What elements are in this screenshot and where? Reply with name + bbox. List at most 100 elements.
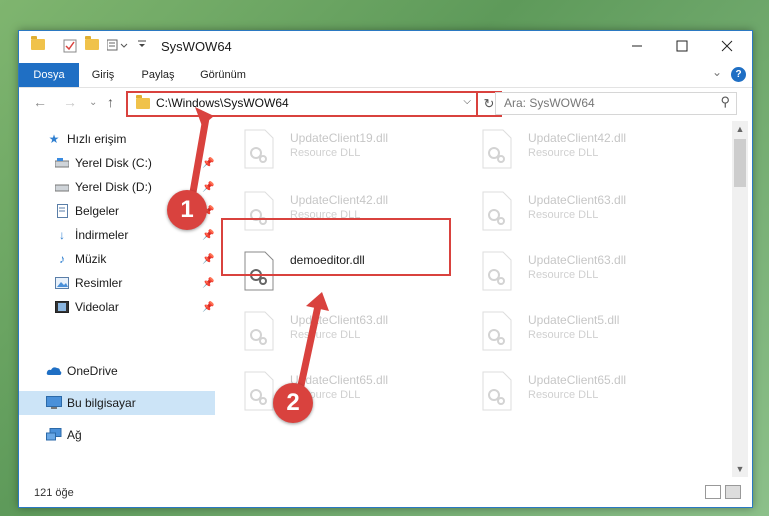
- expand-ribbon-icon[interactable]: ⌄: [712, 65, 722, 79]
- window-folder-icon: [31, 36, 45, 50]
- pin-icon: 📌: [202, 157, 215, 169]
- file-type: Resource DLL: [528, 329, 599, 341]
- pin-icon: 📌: [202, 253, 215, 265]
- file-tile[interactable]: UpdateClient65.dll Resource DLL: [240, 369, 460, 421]
- ribbon-tabs: Dosya Giriş Paylaş Görünüm ⌄ ?: [19, 63, 752, 88]
- forward-arrow-icon[interactable]: →: [63, 94, 77, 110]
- customize-toolbar-icon[interactable]: [137, 39, 147, 49]
- sidebar-item-this-pc[interactable]: Bu bilgisayar: [19, 391, 215, 415]
- tab-giris[interactable]: Giriş: [83, 63, 123, 87]
- videos-icon: [54, 300, 70, 314]
- sidebar-item-pictures[interactable]: Resimler 📌: [19, 271, 215, 295]
- tab-paylas[interactable]: Paylaş: [133, 63, 183, 87]
- file-type: Resource DLL: [528, 269, 599, 281]
- navigation-bar: ← → ⌄ ↑ C:\Windows\SysWOW64 ⌵ ↻ Ara: Sys…: [19, 88, 752, 120]
- tab-gorunum[interactable]: Görünüm: [193, 63, 253, 87]
- search-input[interactable]: Ara: SysWOW64 ⚲: [495, 92, 737, 115]
- sidebar-item-network[interactable]: Ağ: [19, 423, 215, 447]
- details-view-icon[interactable]: [705, 485, 721, 499]
- scroll-down-icon[interactable]: ▼: [732, 461, 748, 477]
- sidebar-item-label: İndirmeler: [75, 228, 129, 242]
- sidebar-item-label: Yerel Disk (D:): [75, 180, 152, 194]
- maximize-button[interactable]: [659, 31, 705, 61]
- sidebar-item-music[interactable]: ♪ Müzik 📌: [19, 247, 215, 271]
- address-folder-icon: [136, 95, 150, 109]
- title-bar: SysWOW64: [19, 31, 752, 63]
- sidebar-item-label: Yerel Disk (C:): [75, 156, 152, 170]
- back-arrow-icon[interactable]: ←: [33, 94, 47, 110]
- pictures-icon: [54, 276, 70, 290]
- drive-icon: [54, 180, 70, 194]
- sidebar-item-label: Resimler: [75, 276, 123, 290]
- sidebar-item-onedrive[interactable]: OneDrive: [19, 359, 215, 383]
- large-icons-view-icon[interactable]: [725, 485, 741, 499]
- scrollbar-thumb[interactable]: [734, 139, 746, 187]
- sidebar-item-local-disk-c[interactable]: Yerel Disk (C:) 📌: [19, 151, 215, 175]
- file-type: Resource DLL: [528, 209, 599, 221]
- dll-file-icon: [482, 311, 512, 351]
- close-button[interactable]: [704, 31, 750, 61]
- file-tile[interactable]: UpdateClient5.dll Resource DLL: [478, 309, 698, 361]
- file-name: UpdateClient63.dll: [290, 313, 389, 327]
- status-bar: 121 öğe: [19, 479, 752, 506]
- item-count: 121 öğe: [34, 487, 74, 499]
- address-path: C:\Windows\SysWOW64: [156, 96, 289, 110]
- computer-icon: [46, 396, 62, 410]
- file-name: UpdateClient42.dll: [290, 193, 389, 207]
- minimize-button[interactable]: [614, 31, 660, 61]
- sidebar-item-label: OneDrive: [67, 364, 118, 378]
- dll-file-icon: [244, 371, 274, 411]
- view-options-icon[interactable]: [107, 39, 129, 51]
- music-icon: ♪: [59, 252, 65, 266]
- download-icon: ↓: [59, 228, 65, 242]
- vertical-scrollbar[interactable]: ▲ ▼: [732, 121, 748, 477]
- navigation-pane: ★ Hızlı erişim Yerel Disk (C:) 📌 Yerel D…: [19, 121, 215, 477]
- search-placeholder: Ara: SysWOW64: [504, 96, 595, 110]
- highlight-box-demoeditor: [221, 218, 451, 276]
- window-title: SysWOW64: [161, 39, 232, 54]
- sidebar-item-quick-access[interactable]: ★ Hızlı erişim: [19, 127, 215, 151]
- properties-icon[interactable]: [63, 39, 77, 53]
- pin-icon: 📌: [202, 181, 215, 193]
- file-tile[interactable]: UpdateClient19.dll Resource DLL: [240, 127, 460, 179]
- file-list: UpdateClient19.dll Resource DLL UpdateCl…: [216, 121, 732, 477]
- pin-icon: 📌: [202, 277, 215, 289]
- document-icon: [54, 204, 70, 218]
- sidebar-item-label: Müzik: [75, 252, 107, 266]
- sidebar-item-label: Videolar: [75, 300, 119, 314]
- new-folder-icon[interactable]: [85, 36, 99, 50]
- dll-file-icon: [244, 311, 274, 351]
- address-bar[interactable]: C:\Windows\SysWOW64 ⌵: [126, 91, 479, 117]
- search-icon: ⚲: [720, 94, 730, 109]
- star-icon: ★: [48, 132, 60, 146]
- dll-file-icon: [482, 251, 512, 291]
- file-tile[interactable]: UpdateClient63.dll Resource DLL: [478, 249, 698, 301]
- pin-icon: 📌: [202, 301, 215, 313]
- file-type: Resource DLL: [290, 329, 361, 341]
- file-type: Resource DLL: [528, 389, 599, 401]
- file-name: UpdateClient65.dll: [528, 373, 627, 387]
- up-arrow-icon[interactable]: ↑: [107, 94, 114, 110]
- file-tile[interactable]: UpdateClient65.dll Resource DLL: [478, 369, 698, 421]
- sidebar-item-videos[interactable]: Videolar 📌: [19, 295, 215, 319]
- tab-dosya[interactable]: Dosya: [19, 63, 79, 87]
- recent-locations-chevron-icon[interactable]: ⌄: [89, 97, 97, 108]
- help-icon[interactable]: ?: [731, 67, 746, 82]
- sidebar-item-label: Ağ: [67, 428, 82, 442]
- file-name: UpdateClient63.dll: [528, 253, 627, 267]
- file-tile[interactable]: UpdateClient63.dll Resource DLL: [240, 309, 460, 361]
- file-name: UpdateClient5.dll: [528, 313, 620, 327]
- address-dropdown-icon[interactable]: ⌵: [463, 96, 471, 107]
- file-name: UpdateClient65.dll: [290, 373, 389, 387]
- scroll-up-icon[interactable]: ▲: [732, 121, 748, 137]
- file-name: UpdateClient63.dll: [528, 193, 627, 207]
- dll-file-icon: [482, 191, 512, 231]
- file-type: Resource DLL: [290, 147, 361, 159]
- file-tile[interactable]: UpdateClient63.dll Resource DLL: [478, 189, 698, 241]
- cloud-icon: [46, 364, 62, 378]
- step-badge-1: 1: [167, 190, 207, 230]
- sidebar-item-label: Belgeler: [75, 204, 120, 218]
- file-tile[interactable]: UpdateClient42.dll Resource DLL: [478, 127, 698, 179]
- drive-icon: [54, 156, 70, 170]
- file-name: UpdateClient42.dll: [528, 131, 627, 145]
